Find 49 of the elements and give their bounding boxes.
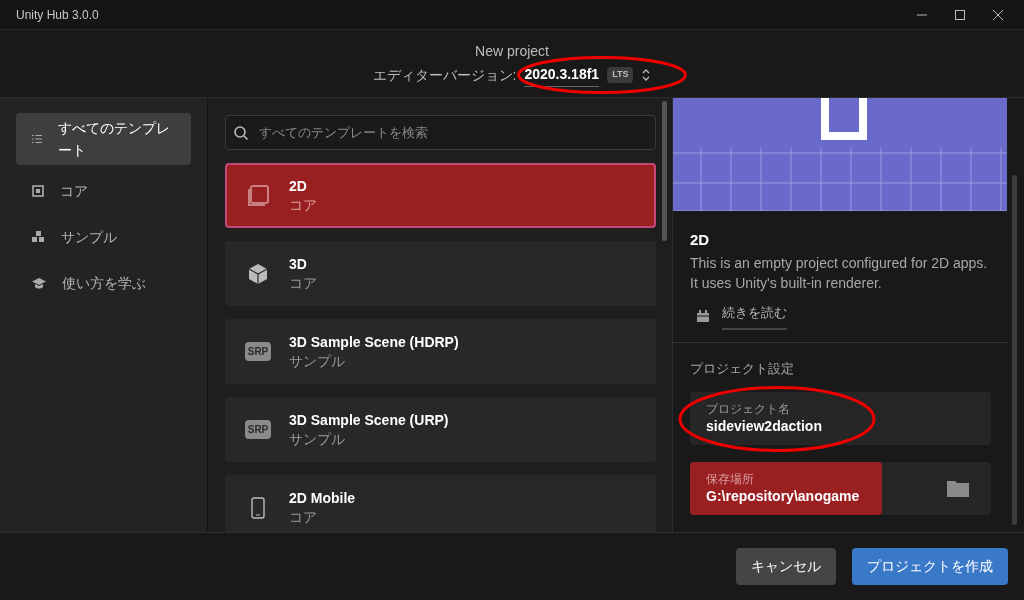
template-category: サンプル	[289, 429, 346, 449]
phone-icon	[251, 496, 265, 519]
template-card[interactable]: SRP 3D Sample Scene (HDRP) サンプル	[225, 319, 656, 384]
search-field[interactable]: すべてのテンプレートを検索	[225, 115, 656, 150]
maximize-icon[interactable]	[954, 8, 966, 21]
chevron-updown-icon[interactable]	[641, 68, 652, 82]
section-heading: プロジェクト設定	[690, 359, 795, 378]
search-icon	[233, 125, 249, 141]
create-project-button[interactable]: プロジェクトを作成	[852, 548, 1008, 585]
template-card[interactable]: 2D Mobile コア	[225, 475, 656, 532]
project-name-field[interactable]: プロジェクト名 sideview2daction	[690, 392, 991, 445]
graduation-cap-icon	[32, 277, 46, 289]
scrollbar[interactable]	[1012, 175, 1017, 525]
template-card[interactable]: 3D コア	[225, 241, 656, 306]
scrollbar[interactable]	[662, 101, 667, 241]
folder-icon[interactable]	[947, 480, 969, 497]
square-icon	[246, 183, 270, 208]
template-category: コア	[289, 195, 317, 215]
sidebar-item[interactable]: コア	[16, 171, 191, 211]
sidebar-item[interactable]: 使い方を学ぶ	[16, 263, 191, 303]
template-card[interactable]: 2D コア	[225, 163, 656, 228]
blocks-icon	[32, 231, 45, 243]
template-category: コア	[289, 273, 317, 293]
lts-badge: LTS	[607, 67, 634, 83]
template-name: 2D	[289, 176, 308, 196]
template-name: 2D Mobile	[289, 488, 356, 508]
list-icon	[32, 134, 43, 144]
dialog-title: New project	[475, 41, 549, 61]
close-icon[interactable]	[992, 8, 1004, 21]
template-name: 3D Sample Scene (HDRP)	[289, 332, 459, 352]
template-category: コア	[289, 507, 318, 527]
version-label: エディターバージョン:	[372, 65, 517, 85]
sidebar-item[interactable]: サンプル	[16, 217, 191, 257]
window-title: Unity Hub 3.0.0	[16, 6, 99, 24]
srp-badge: SRP	[244, 420, 272, 439]
template-title: 2D	[690, 229, 711, 250]
location-field[interactable]: 保存場所 G:\repository\anogame	[690, 462, 991, 515]
version-dropdown[interactable]: 2020.3.18f1	[524, 63, 600, 87]
template-category: サンプル	[289, 351, 346, 371]
cube-icon	[248, 262, 268, 285]
cancel-button[interactable]: キャンセル	[736, 548, 836, 585]
template-name: 3D	[289, 254, 308, 274]
sidebar-item[interactable]: すべてのテンプレート	[16, 113, 191, 165]
template-description: This is an empty project configured for 2D apps. It uses Unity's built-in renderer.	[690, 254, 989, 293]
template-name: 3D Sample Scene (URP)	[289, 410, 449, 430]
read-more-link[interactable]: 続きを読む	[722, 303, 787, 330]
package-icon	[696, 310, 710, 323]
srp-badge: SRP	[244, 342, 272, 361]
template-card[interactable]: SRP 3D Sample Scene (URP) サンプル	[225, 397, 656, 462]
